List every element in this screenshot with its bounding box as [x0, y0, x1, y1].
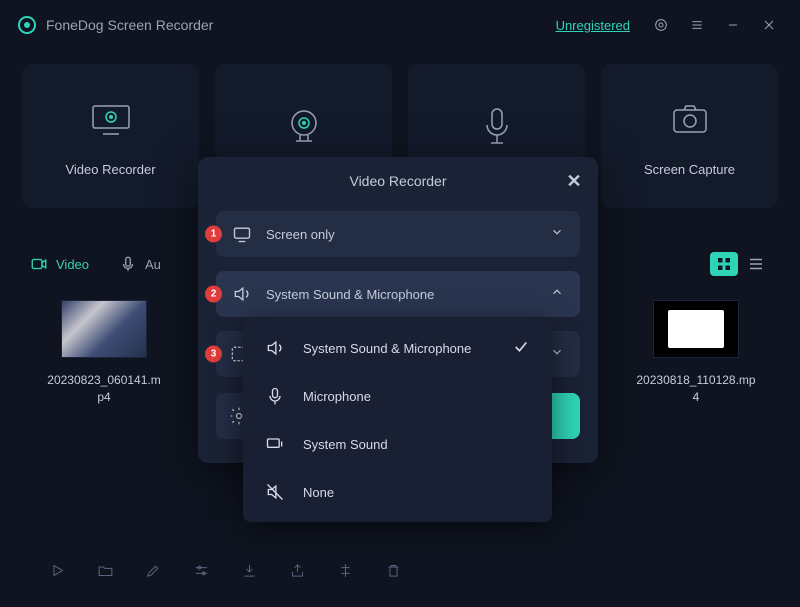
dropdown-option-system-sound[interactable]: System Sound — [243, 420, 552, 468]
speaker-icon — [265, 338, 285, 358]
titlebar: FoneDog Screen Recorder Unregistered — [0, 0, 800, 50]
modal-close-icon[interactable]: ✕ — [564, 171, 584, 191]
filename-label: 20230818_110128.mp4 — [636, 372, 756, 406]
dropdown-option-label: Microphone — [303, 389, 371, 404]
filename-label: 20230823_060141.mp4 — [44, 372, 164, 406]
trash-icon[interactable] — [384, 561, 402, 579]
dropdown-option-sys-mic[interactable]: System Sound & Microphone — [243, 324, 552, 372]
grid-view-icon[interactable] — [710, 252, 738, 276]
bottom-toolbar — [0, 561, 800, 579]
compress-icon[interactable] — [336, 561, 354, 579]
settings-gear-icon[interactable] — [648, 12, 674, 38]
download-icon[interactable] — [240, 561, 258, 579]
minimize-icon[interactable] — [720, 12, 746, 38]
screen-capture-card[interactable]: Screen Capture — [601, 64, 778, 208]
monitor-icon — [87, 96, 135, 144]
edit-icon[interactable] — [144, 561, 162, 579]
play-icon[interactable] — [48, 561, 66, 579]
list-view-icon[interactable] — [742, 252, 770, 276]
dropdown-option-microphone[interactable]: Microphone — [243, 372, 552, 420]
share-icon[interactable] — [288, 561, 306, 579]
screen-select[interactable]: Screen only — [216, 211, 580, 257]
audio-dropdown: System Sound & Microphone Microphone Sys… — [243, 318, 552, 522]
view-toggle — [710, 252, 770, 276]
webcam-icon — [280, 103, 328, 151]
chevron-down-icon — [550, 345, 564, 364]
tab-audio-label: Au — [145, 257, 161, 272]
folder-icon[interactable] — [96, 561, 114, 579]
check-icon — [512, 338, 530, 359]
list-item[interactable]: 20230823_060141.mp4 — [44, 300, 164, 406]
microphone-icon — [265, 386, 285, 406]
audio-select[interactable]: System Sound & Microphone — [216, 271, 580, 317]
dropdown-option-label: System Sound & Microphone — [303, 341, 471, 356]
step-badge-2: 2 — [205, 286, 222, 303]
dropdown-option-label: System Sound — [303, 437, 388, 452]
audio-select-value: System Sound & Microphone — [266, 287, 536, 302]
mute-icon — [265, 482, 285, 502]
step-badge-1: 1 — [205, 226, 222, 243]
speaker-icon — [232, 284, 252, 304]
thumbnail — [61, 300, 147, 358]
dropdown-option-label: None — [303, 485, 334, 500]
modal-title: Video Recorder — [349, 173, 446, 189]
system-sound-icon — [265, 434, 285, 454]
sliders-icon[interactable] — [192, 561, 210, 579]
monitor-icon — [232, 224, 252, 244]
chevron-up-icon — [550, 285, 564, 304]
microphone-icon — [473, 103, 521, 151]
step-badge-3: 3 — [205, 346, 222, 363]
thumbnail — [653, 300, 739, 358]
video-recorder-card[interactable]: Video Recorder — [22, 64, 199, 208]
dropdown-option-none[interactable]: None — [243, 468, 552, 516]
app-logo-icon — [18, 16, 36, 34]
unregistered-link[interactable]: Unregistered — [556, 18, 630, 33]
tab-video-label: Video — [56, 257, 89, 272]
close-icon[interactable] — [756, 12, 782, 38]
chevron-down-icon — [550, 225, 564, 244]
screen-select-value: Screen only — [266, 227, 536, 242]
screen-capture-label: Screen Capture — [644, 162, 735, 177]
video-recorder-label: Video Recorder — [65, 162, 155, 177]
list-item[interactable]: 20230818_110128.mp4 — [636, 300, 756, 406]
app-title: FoneDog Screen Recorder — [46, 17, 213, 33]
camera-icon — [666, 96, 714, 144]
tab-video[interactable]: Video — [30, 255, 89, 273]
hamburger-menu-icon[interactable] — [684, 12, 710, 38]
tab-audio[interactable]: Au — [119, 255, 161, 273]
